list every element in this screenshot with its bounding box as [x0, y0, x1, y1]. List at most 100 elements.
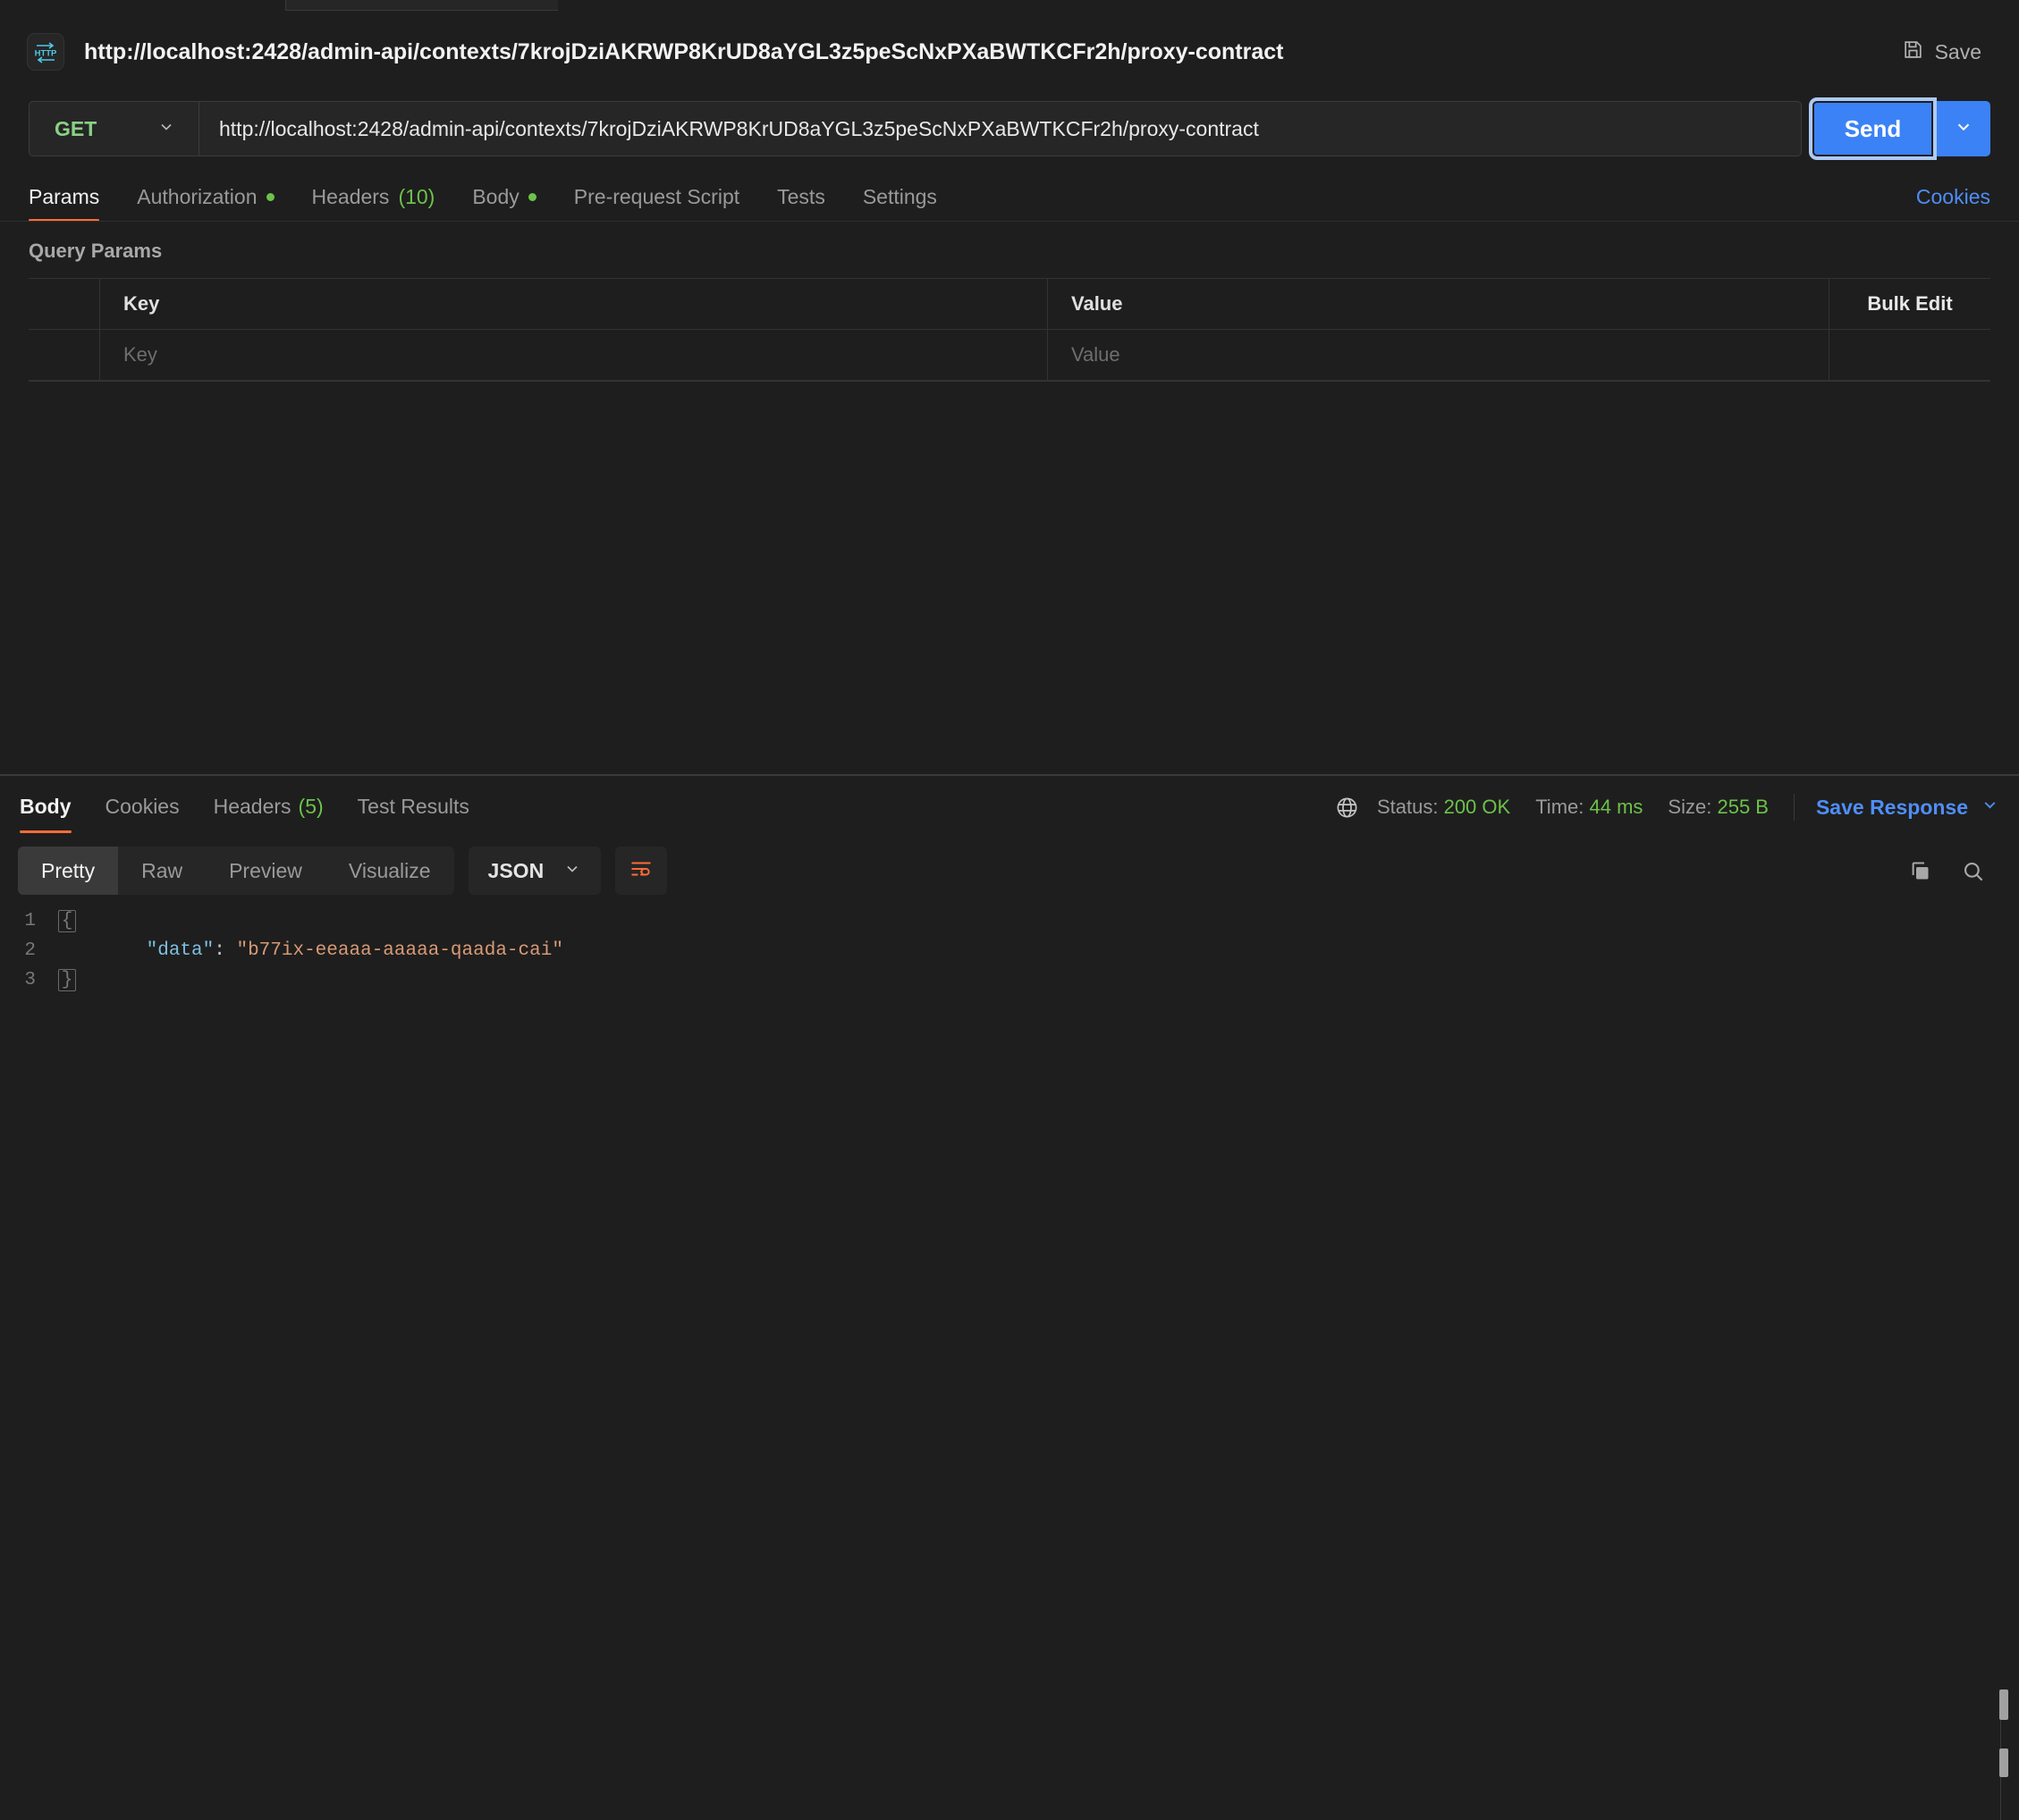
json-punctuation: : [214, 940, 237, 961]
time-badge: Time: 44 ms [1535, 796, 1643, 819]
time-value: 44 ms [1589, 796, 1643, 818]
response-tabs: Body Cookies Headers (5) Test Results St… [0, 776, 2019, 833]
response-tab-body[interactable]: Body [20, 795, 72, 833]
tab-params[interactable]: Params [29, 185, 100, 222]
query-params-table: Key Value Bulk Edit Key Value [29, 278, 1990, 382]
request-header: HTTP http://localhost:2428/admin-api/con… [0, 11, 2019, 93]
response-tab-cookies-label: Cookies [105, 795, 180, 818]
search-icon[interactable] [1961, 859, 1985, 883]
url-box: GET http://localhost:2428/admin-api/cont… [29, 101, 1802, 156]
view-pretty-button[interactable]: Pretty [18, 847, 119, 895]
tab-strip-segment-2[interactable] [558, 0, 2019, 11]
page-title: http://localhost:2428/admin-api/contexts… [84, 38, 1284, 64]
tab-settings[interactable]: Settings [863, 185, 937, 222]
size-label: Size: [1668, 796, 1712, 818]
http-method-select[interactable]: GET [30, 102, 199, 156]
response-body-code[interactable]: 1 { 2 "data": "b77ix-eeaaa-aaaaa-qaada-c… [0, 906, 2019, 1044]
tab-authorization[interactable]: Authorization [137, 185, 275, 222]
url-input[interactable]: http://localhost:2428/admin-api/contexts… [199, 117, 1801, 141]
tab-pre-request-script-label: Pre-request Script [573, 185, 740, 208]
request-tabs: Params Authorization Headers (10) Body P… [0, 170, 2019, 222]
save-button[interactable]: Save [1893, 31, 1990, 73]
chevron-down-icon [1981, 796, 1999, 820]
status-value: 200 OK [1443, 796, 1511, 818]
chevron-down-icon [1954, 117, 1973, 141]
content-type-label: JSON [487, 858, 545, 882]
json-key: "data" [146, 940, 215, 961]
status-divider [1793, 794, 1795, 821]
wrap-lines-icon [629, 857, 653, 885]
response-tab-test-results-label: Test Results [357, 795, 469, 818]
chevron-down-icon [157, 118, 175, 140]
code-scrollbar-thumb[interactable] [1999, 1689, 2008, 1720]
tab-tests[interactable]: Tests [777, 185, 825, 222]
row-actions-cell [1829, 330, 1990, 380]
content-type-select[interactable]: JSON [468, 847, 602, 895]
globe-icon [1335, 796, 1359, 820]
status-badge: Status: 200 OK [1377, 796, 1510, 819]
time-label: Time: [1535, 796, 1584, 818]
http-method-label: GET [55, 116, 97, 140]
status-label: Status: [1376, 796, 1439, 818]
tab-body[interactable]: Body [472, 185, 536, 222]
chevron-down-icon [563, 859, 581, 883]
response-panel: Body Cookies Headers (5) Test Results St… [0, 776, 2019, 1820]
view-raw-button[interactable]: Raw [118, 847, 206, 895]
code-line: 3 } [0, 965, 2019, 995]
table-header-row: Key Value Bulk Edit [29, 279, 1990, 330]
response-body-actions [1908, 859, 2001, 883]
wrap-lines-button[interactable] [615, 847, 668, 895]
tab-settings-label: Settings [862, 185, 937, 208]
tab-body-label: Body [472, 185, 520, 208]
row-checkbox-cell[interactable] [29, 330, 100, 380]
tab-authorization-label: Authorization [137, 185, 258, 208]
tab-headers-label: Headers [311, 185, 390, 208]
line-number: 2 [24, 940, 36, 961]
code-line: 1 { [0, 906, 2019, 936]
response-status-area: Status: 200 OK Time: 44 ms Size: 255 B S… [1335, 794, 1999, 821]
tab-pre-request-script[interactable]: Pre-request Script [574, 185, 739, 222]
tabs-divider [0, 221, 2019, 222]
view-visualize-button[interactable]: Visualize [325, 847, 454, 895]
view-preview-button[interactable]: Preview [206, 847, 325, 895]
tab-params-label: Params [29, 185, 100, 208]
response-tab-headers-count: (5) [298, 795, 324, 818]
send-button[interactable]: Send [1809, 97, 1937, 160]
response-tab-test-results[interactable]: Test Results [358, 795, 469, 833]
send-button-group: Send [1809, 97, 1990, 160]
column-header-value: Value [1048, 279, 1829, 329]
save-button-label: Save [1934, 39, 1981, 63]
code-text: "data": "b77ix-eeaaa-aaaaa-qaada-cai" [79, 936, 563, 965]
param-key-input[interactable]: Key [100, 330, 1048, 380]
send-options-button[interactable] [1937, 101, 1990, 156]
copy-icon[interactable] [1908, 859, 1932, 883]
modified-dot-icon [266, 193, 275, 201]
line-number: 1 [24, 911, 36, 931]
size-badge: Size: 255 B [1668, 796, 1769, 819]
fold-marker[interactable]: { [55, 906, 79, 936]
param-value-input[interactable]: Value [1048, 330, 1829, 380]
table-row[interactable]: Key Value [29, 330, 1990, 381]
cookies-link[interactable]: Cookies [1916, 185, 1990, 209]
tab-strip[interactable] [0, 0, 2019, 11]
modified-dot-icon [528, 193, 536, 201]
svg-text:HTTP: HTTP [35, 49, 57, 59]
save-response-label: Save Response [1815, 795, 1968, 819]
response-format-toolbar: Pretty Raw Preview Visualize JSON [0, 838, 2019, 903]
response-tab-headers[interactable]: Headers (5) [214, 795, 324, 833]
header-checkbox-cell [29, 279, 100, 329]
response-view-segmented-control: Pretty Raw Preview Visualize [18, 847, 454, 895]
size-value: 255 B [1717, 796, 1769, 818]
code-line: 2 "data": "b77ix-eeaaa-aaaaa-qaada-cai" [0, 936, 2019, 965]
tab-strip-segment-1[interactable] [0, 0, 286, 11]
response-tab-cookies[interactable]: Cookies [106, 795, 180, 833]
line-number: 3 [24, 970, 36, 990]
fold-marker[interactable]: } [55, 965, 79, 995]
save-response-button[interactable]: Save Response [1816, 796, 1999, 820]
column-header-key: Key [100, 279, 1048, 329]
code-scrollbar-thumb[interactable] [1999, 1748, 2008, 1777]
url-row: GET http://localhost:2428/admin-api/cont… [0, 93, 2019, 164]
json-string-value: "b77ix-eeaaa-aaaaa-qaada-cai" [236, 940, 563, 961]
tab-headers[interactable]: Headers (10) [312, 185, 435, 222]
bulk-edit-button[interactable]: Bulk Edit [1829, 279, 1990, 329]
